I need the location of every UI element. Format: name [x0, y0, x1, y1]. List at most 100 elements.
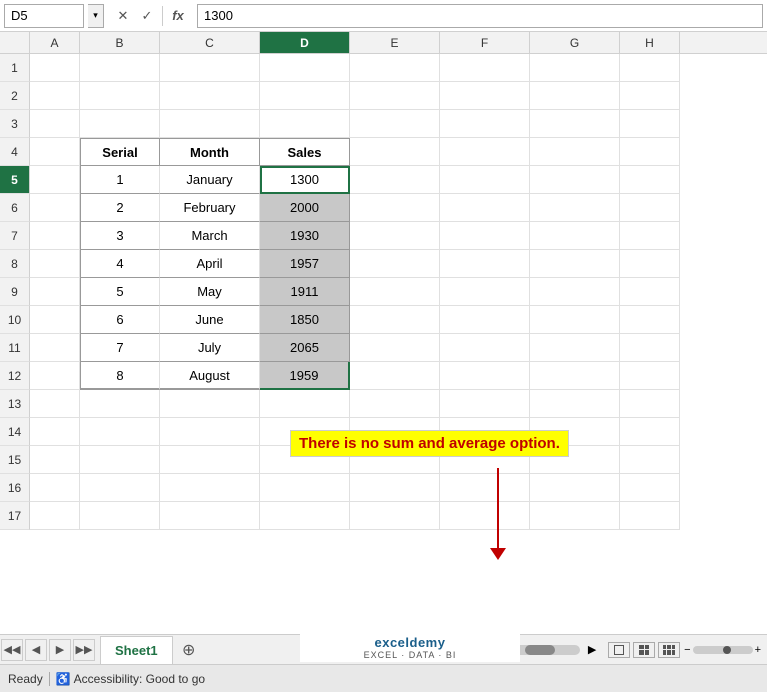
cell-E10[interactable] — [350, 306, 440, 334]
cell-C2[interactable] — [160, 82, 260, 110]
row-num-3[interactable]: 3 — [0, 110, 30, 138]
cell-F10[interactable] — [440, 306, 530, 334]
cell-F7[interactable] — [440, 222, 530, 250]
col-header-A[interactable]: A — [30, 32, 80, 53]
cell-A17[interactable] — [30, 502, 80, 530]
zoom-slider[interactable] — [693, 646, 753, 654]
col-header-B[interactable]: B — [80, 32, 160, 53]
fx-icon[interactable]: fx — [167, 5, 189, 27]
cell-D2[interactable] — [260, 82, 350, 110]
cell-A1[interactable] — [30, 54, 80, 82]
sheet-nav-first[interactable]: ◀◀ — [1, 639, 23, 661]
zoom-minus[interactable]: − — [684, 644, 690, 656]
cell-H9[interactable] — [620, 278, 680, 306]
cancel-formula-icon[interactable]: ✕ — [112, 5, 134, 27]
view-page-break-btn[interactable] — [658, 642, 680, 658]
cell-E6[interactable] — [350, 194, 440, 222]
cell-G12[interactable] — [530, 362, 620, 390]
cell-E4[interactable] — [350, 138, 440, 166]
cell-F11[interactable] — [440, 334, 530, 362]
cell-D6[interactable]: 2000 — [260, 194, 350, 222]
cell-E8[interactable] — [350, 250, 440, 278]
cell-G2[interactable] — [530, 82, 620, 110]
cell-F12[interactable] — [440, 362, 530, 390]
cell-E11[interactable] — [350, 334, 440, 362]
col-header-D[interactable]: D — [260, 32, 350, 53]
cell-A5[interactable] — [30, 166, 80, 194]
cell-B9[interactable]: 5 — [80, 278, 160, 306]
col-header-F[interactable]: F — [440, 32, 530, 53]
col-header-H[interactable]: H — [620, 32, 680, 53]
cell-B12[interactable]: 8 — [80, 362, 160, 390]
cell-G9[interactable] — [530, 278, 620, 306]
cell-A12[interactable] — [30, 362, 80, 390]
row-num-8[interactable]: 8 — [0, 250, 30, 278]
cell-A6[interactable] — [30, 194, 80, 222]
cell-E16[interactable] — [350, 474, 440, 502]
cell-G13[interactable] — [530, 390, 620, 418]
cell-C6[interactable]: February — [160, 194, 260, 222]
sheet-nav-last[interactable]: ▶▶ — [73, 639, 95, 661]
cell-H5[interactable] — [620, 166, 680, 194]
sheet-nav-next[interactable]: ▶ — [49, 639, 71, 661]
cell-A8[interactable] — [30, 250, 80, 278]
view-normal-btn[interactable] — [608, 642, 630, 658]
row-num-11[interactable]: 11 — [0, 334, 30, 362]
cell-C7[interactable]: March — [160, 222, 260, 250]
cell-F4[interactable] — [440, 138, 530, 166]
cell-G1[interactable] — [530, 54, 620, 82]
cell-F16[interactable] — [440, 474, 530, 502]
cell-G5[interactable] — [530, 166, 620, 194]
cell-C13[interactable] — [160, 390, 260, 418]
col-header-G[interactable]: G — [530, 32, 620, 53]
cell-E17[interactable] — [350, 502, 440, 530]
cell-H7[interactable] — [620, 222, 680, 250]
view-layout-btn[interactable] — [633, 642, 655, 658]
cell-D4-sales-header[interactable]: Sales — [260, 138, 350, 166]
cell-F9[interactable] — [440, 278, 530, 306]
cell-G17[interactable] — [530, 502, 620, 530]
cell-D3[interactable] — [260, 110, 350, 138]
cell-A11[interactable] — [30, 334, 80, 362]
cell-G10[interactable] — [530, 306, 620, 334]
cell-A16[interactable] — [30, 474, 80, 502]
cell-D1[interactable] — [260, 54, 350, 82]
cell-H6[interactable] — [620, 194, 680, 222]
cell-F8[interactable] — [440, 250, 530, 278]
row-num-2[interactable]: 2 — [0, 82, 30, 110]
cell-F13[interactable] — [440, 390, 530, 418]
cell-A14[interactable] — [30, 418, 80, 446]
cell-D11[interactable]: 2065 — [260, 334, 350, 362]
cell-B8[interactable]: 4 — [80, 250, 160, 278]
row-num-12[interactable]: 12 — [0, 362, 30, 390]
cell-D7[interactable]: 1930 — [260, 222, 350, 250]
zoom-plus[interactable]: + — [755, 644, 761, 656]
cell-A4[interactable] — [30, 138, 80, 166]
cell-C3[interactable] — [160, 110, 260, 138]
cell-B4-serial-header[interactable]: Serial — [80, 138, 160, 166]
cell-C10[interactable]: June — [160, 306, 260, 334]
row-num-4[interactable]: 4 — [0, 138, 30, 166]
cell-reference-box[interactable]: D5 — [4, 4, 84, 28]
cell-E12[interactable] — [350, 362, 440, 390]
cell-H16[interactable] — [620, 474, 680, 502]
cell-G8[interactable] — [530, 250, 620, 278]
cell-H8[interactable] — [620, 250, 680, 278]
row-num-16[interactable]: 16 — [0, 474, 30, 502]
cell-C17[interactable] — [160, 502, 260, 530]
row-num-17[interactable]: 17 — [0, 502, 30, 530]
cell-H10[interactable] — [620, 306, 680, 334]
col-header-E[interactable]: E — [350, 32, 440, 53]
cell-F6[interactable] — [440, 194, 530, 222]
row-num-13[interactable]: 13 — [0, 390, 30, 418]
cell-H2[interactable] — [620, 82, 680, 110]
cell-C4-month-header[interactable]: Month — [160, 138, 260, 166]
cell-G3[interactable] — [530, 110, 620, 138]
sheet-tab-sheet1[interactable]: Sheet1 — [100, 636, 173, 664]
cell-H15[interactable] — [620, 446, 680, 474]
cell-B2[interactable] — [80, 82, 160, 110]
formula-input[interactable] — [197, 4, 763, 28]
cell-C9[interactable]: May — [160, 278, 260, 306]
cell-H13[interactable] — [620, 390, 680, 418]
cell-C14[interactable] — [160, 418, 260, 446]
